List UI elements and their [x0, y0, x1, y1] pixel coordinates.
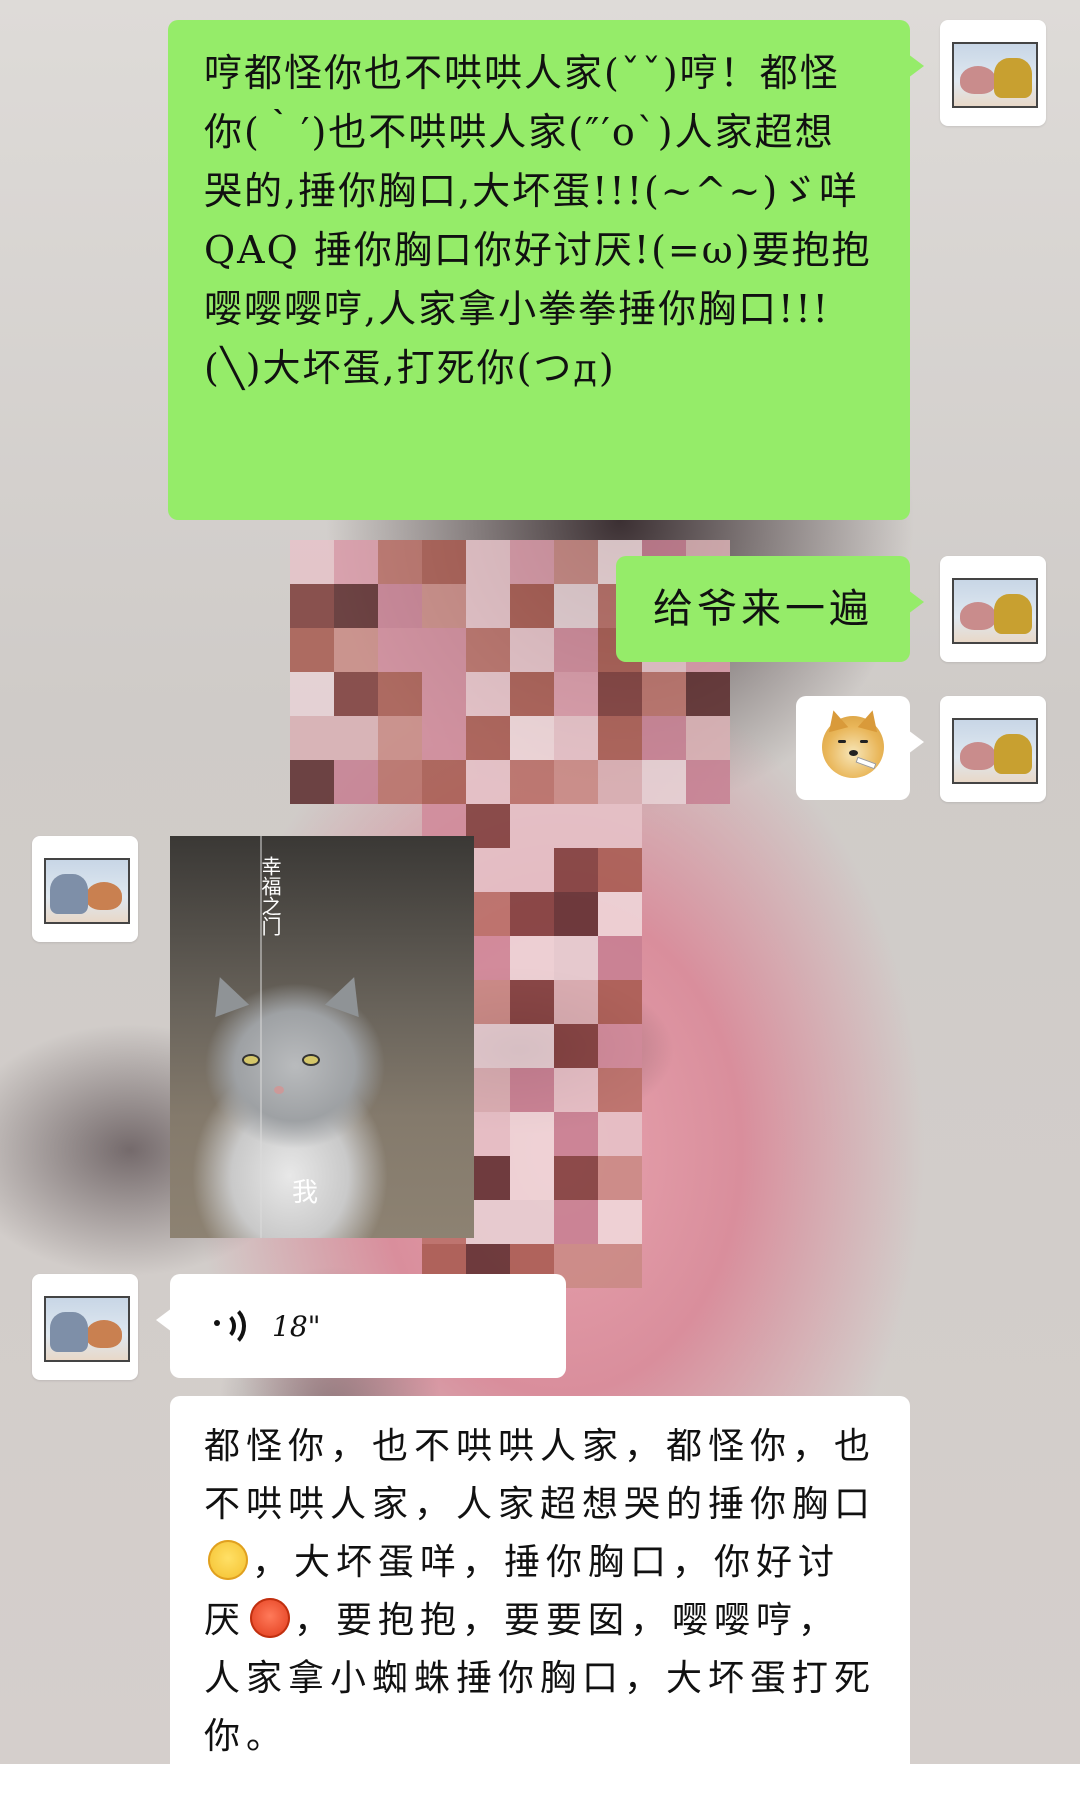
message-text-part: ，要抱抱，要要囡，嘤嘤哼，人家拿小蜘蛛捶你胸口，大坏蛋打死你。: [204, 1600, 877, 1757]
avatar-other[interactable]: [32, 836, 138, 942]
image-caption-label: 我: [292, 1178, 319, 1208]
avatar-other[interactable]: [32, 1274, 138, 1380]
avatar-self[interactable]: [940, 696, 1046, 802]
message-bubble-other[interactable]: 都怪你，也不哄哄人家，都怪你，也不哄哄人家，人家超想哭的捶你胸口，大坏蛋咩，捶你…: [170, 1396, 910, 1796]
avatar-image: [44, 858, 130, 924]
voice-wave-icon: [214, 1304, 248, 1348]
avatar-self[interactable]: [940, 20, 1046, 126]
avatar-image: [44, 1296, 130, 1362]
loudly-crying-face-icon: [208, 1540, 248, 1580]
cat-meme-image[interactable]: 幸福之门 我: [170, 836, 474, 1238]
avatar-self[interactable]: [940, 556, 1046, 662]
voice-duration: 18": [272, 1309, 321, 1343]
voice-message-bubble[interactable]: 18": [156, 1274, 566, 1378]
avatar-image: [952, 578, 1038, 644]
angry-face-icon: [250, 1598, 291, 1638]
doge-sticker-icon: [822, 716, 884, 778]
message-text-part: 都怪你，也不哄哄人家，都怪你，也不哄哄人家，人家超想哭的捶你胸口: [204, 1426, 877, 1525]
message-text: 给爷来一遍: [653, 586, 873, 632]
sticker-bubble[interactable]: [796, 696, 924, 800]
avatar-image: [952, 718, 1038, 784]
message-bubble-self[interactable]: 给爷来一遍: [616, 556, 924, 662]
image-caption-vertical: 幸福之门: [258, 856, 282, 936]
message-bubble-self[interactable]: 哼都怪你也不哄哄人家(ˇˇ)哼！都怪你(｀′)也不哄哄人家(″′o`)人家超想哭…: [168, 20, 924, 520]
avatar-image: [952, 42, 1038, 108]
message-text: 哼都怪你也不哄哄人家(ˇˇ)哼！都怪你(｀′)也不哄哄人家(″′o`)人家超想哭…: [204, 51, 872, 390]
